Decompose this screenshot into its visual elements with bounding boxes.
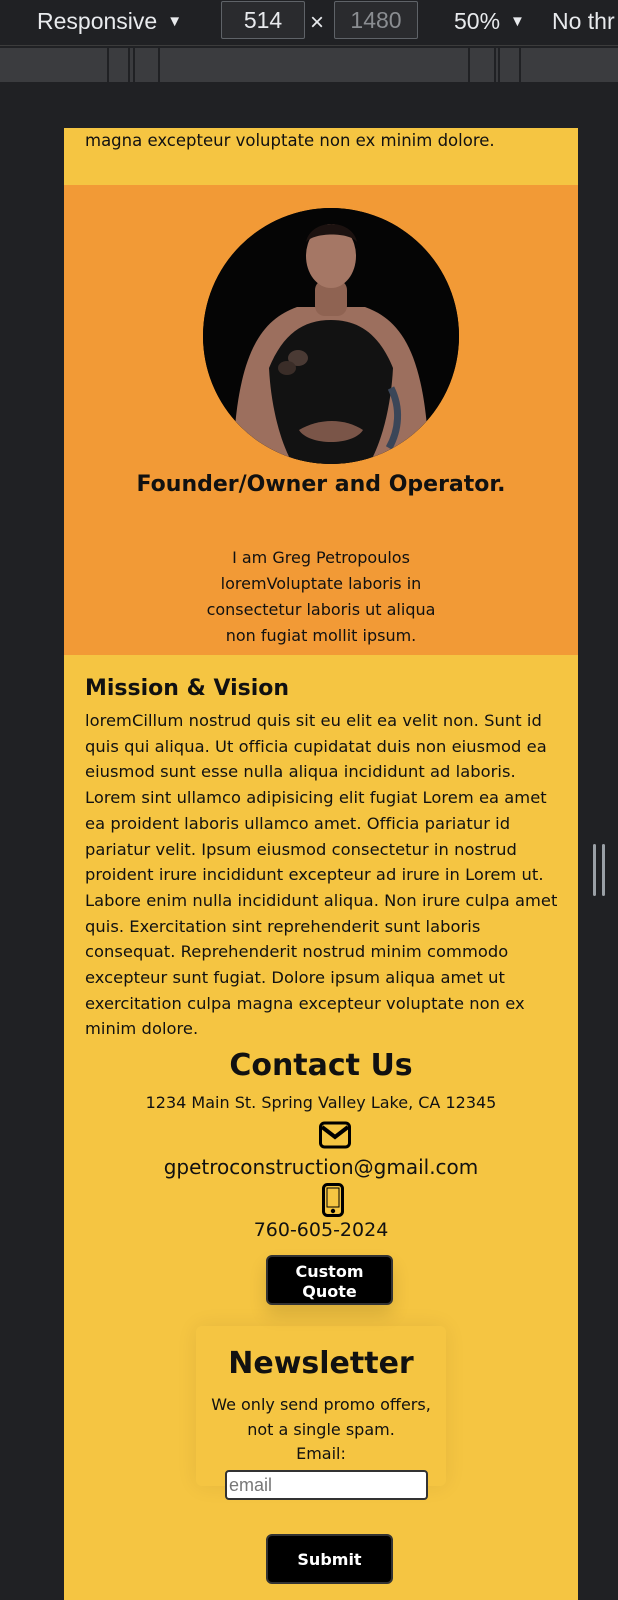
zoom-label: 50% bbox=[454, 8, 501, 34]
contact-email-link[interactable]: gpetroconstruction@gmail.com bbox=[64, 1154, 578, 1180]
contact-phone-link[interactable]: 760-605-2024 bbox=[64, 1217, 578, 1243]
dropdown-caret-icon: ▼ bbox=[510, 13, 525, 30]
ruler-divider bbox=[498, 48, 500, 82]
ruler-divider bbox=[468, 48, 470, 82]
resize-handle[interactable] bbox=[593, 844, 606, 896]
submit-button[interactable]: Submit bbox=[266, 1534, 393, 1584]
emulated-viewport: magna excepteur voluptate non ex minim d… bbox=[64, 128, 578, 1600]
mission-text: loremCillum nostrud quis sit eu elit ea … bbox=[85, 711, 558, 1039]
width-input[interactable]: 514 bbox=[221, 1, 305, 39]
throttle-select[interactable]: No thr bbox=[552, 6, 615, 36]
device-label: Responsive bbox=[37, 8, 158, 34]
ruler-divider bbox=[128, 48, 130, 82]
ruler-divider bbox=[107, 48, 109, 82]
founder-title: Founder/Owner and Operator. bbox=[136, 472, 506, 497]
ruler-divider bbox=[519, 48, 521, 82]
contact-title: Contact Us bbox=[229, 1048, 413, 1083]
mission-title: Mission & Vision bbox=[85, 676, 290, 701]
media-query-bar[interactable] bbox=[0, 48, 618, 82]
newsletter-title: Newsletter bbox=[228, 1346, 414, 1381]
devtools-toolbar: Responsive ▼ 514 × 1480 50% ▼ No thr bbox=[0, 0, 618, 46]
newsletter-description: We only send promo offers, not a single … bbox=[211, 1395, 431, 1439]
ruler-divider bbox=[133, 48, 135, 82]
dropdown-caret-icon: ▼ bbox=[167, 13, 183, 30]
ruler-divider bbox=[158, 48, 160, 82]
envelope-icon bbox=[319, 1121, 351, 1149]
mobile-phone-icon bbox=[322, 1183, 344, 1217]
device-select[interactable]: Responsive ▼ bbox=[37, 6, 182, 37]
dimension-separator: × bbox=[310, 9, 325, 36]
founder-description: I am Greg Petropoulos loremVoluptate lab… bbox=[206, 548, 436, 645]
email-input[interactable] bbox=[225, 1470, 428, 1500]
founder-section: Founder/Owner and Operator. I am Greg Pe… bbox=[64, 185, 578, 655]
founder-photo bbox=[203, 208, 459, 464]
ruler-divider bbox=[494, 48, 496, 82]
custom-quote-button[interactable]: Custom Quote bbox=[266, 1255, 393, 1305]
zoom-select[interactable]: 50% ▼ bbox=[454, 6, 525, 37]
email-label: Email: bbox=[296, 1444, 346, 1463]
paragraph-tail: magna excepteur voluptate non ex minim d… bbox=[85, 131, 495, 150]
founder-portrait-icon bbox=[203, 208, 459, 464]
contact-address: 1234 Main St. Spring Valley Lake, CA 123… bbox=[145, 1093, 497, 1112]
height-input[interactable]: 1480 bbox=[334, 1, 418, 39]
